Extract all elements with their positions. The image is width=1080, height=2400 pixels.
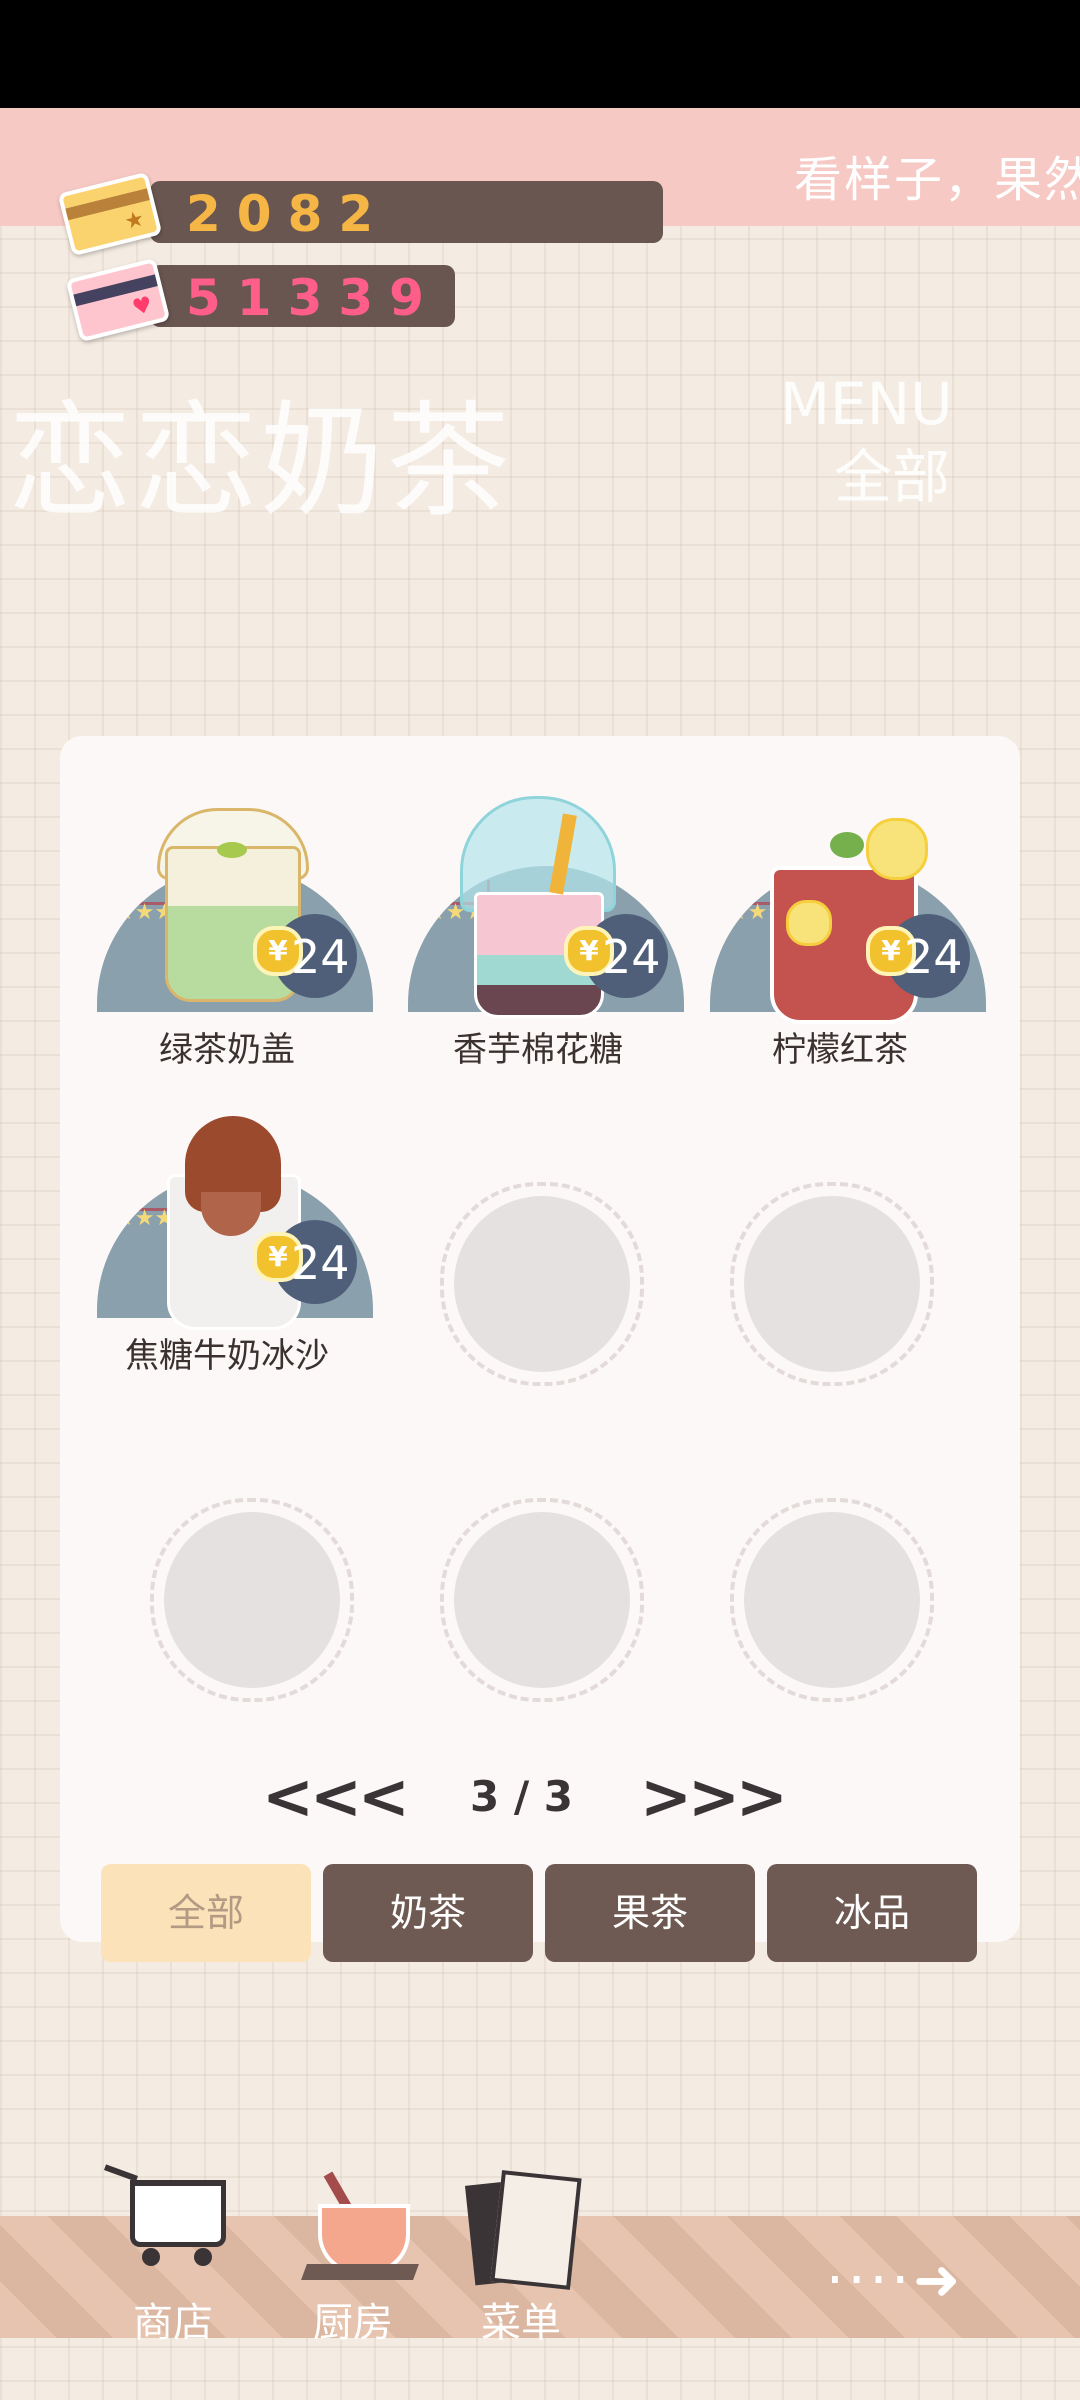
ticker-text: 看样子，果然 — [794, 152, 1080, 208]
nav-shop-label: 商店 — [133, 2300, 213, 2346]
empty-slot — [150, 1498, 354, 1702]
empty-slot — [440, 1498, 644, 1702]
item-name: 香芋棉花糖 — [453, 1030, 623, 1070]
next-arrow-button[interactable]: ····➜ — [826, 2248, 964, 2313]
status-bar — [0, 0, 1080, 108]
menu-item-lemon-tea[interactable]: ★★★ ¥ 24 柠檬红茶 — [690, 796, 986, 1076]
tab-fruit-tea[interactable]: 果茶 — [545, 1864, 755, 1962]
item-name: 绿茶奶盖 — [159, 1030, 295, 1070]
gold-amount: 2082 — [186, 185, 390, 243]
next-page-button[interactable]: >>> — [640, 1760, 788, 1833]
empty-slot — [730, 1498, 934, 1702]
nav-shop[interactable]: 商店 — [98, 2160, 248, 2350]
mint-icon — [830, 832, 864, 858]
nav-kitchen[interactable]: 厨房 — [278, 2160, 428, 2350]
pagination: <<< 3 / 3 >>> — [250, 1760, 810, 1840]
empty-slot — [440, 1182, 644, 1386]
item-name: 焦糖牛奶冰沙 — [125, 1336, 329, 1376]
stars-icon: ★★★ — [728, 900, 788, 925]
menu-item-taro-marshmallow[interactable]: ★★★ ¥ 24 香芋棉花糖 — [388, 796, 684, 1076]
nav-kitchen-label: 厨房 — [313, 2300, 393, 2346]
item-name: 柠檬红茶 — [772, 1030, 908, 1070]
menu-filter-label: 全部 — [833, 443, 950, 511]
stars-icon: ★★★ — [115, 900, 175, 925]
lemon-icon — [866, 818, 928, 880]
nav-menu[interactable]: 菜单 — [446, 2160, 596, 2350]
item-price: 24 — [291, 1236, 350, 1290]
menu-item-caramel-frappe[interactable]: ★★★ ¥ 24 焦糖牛奶冰沙 — [77, 1102, 373, 1382]
item-price: 24 — [291, 930, 350, 984]
leaf-icon — [217, 842, 247, 858]
page-indicator: 3 / 3 — [470, 1772, 574, 1821]
heart-card-icon: ♥ — [65, 257, 171, 343]
heart-amount: 51339 — [186, 269, 440, 327]
item-price: 24 — [904, 930, 963, 984]
item-price: 24 — [602, 930, 661, 984]
gold-currency-bar: 2082 — [150, 181, 663, 243]
lemon-slice-icon — [786, 900, 832, 946]
menu-item-green-tea[interactable]: ★★★ ¥ 24 绿茶奶盖 — [77, 796, 373, 1076]
empty-slot — [730, 1182, 934, 1386]
nav-menu-label: 菜单 — [481, 2300, 561, 2346]
tab-milk-tea[interactable]: 奶茶 — [323, 1864, 533, 1962]
tab-all[interactable]: 全部 — [101, 1864, 311, 1962]
tab-ice[interactable]: 冰品 — [767, 1864, 977, 1962]
menu-label: MENU — [780, 370, 953, 438]
stars-icon: ★★★ — [115, 1206, 175, 1231]
prev-page-button[interactable]: <<< — [262, 1760, 410, 1833]
shop-title: 恋恋奶茶 — [8, 390, 513, 534]
heart-currency-bar: 51339 — [150, 265, 455, 327]
